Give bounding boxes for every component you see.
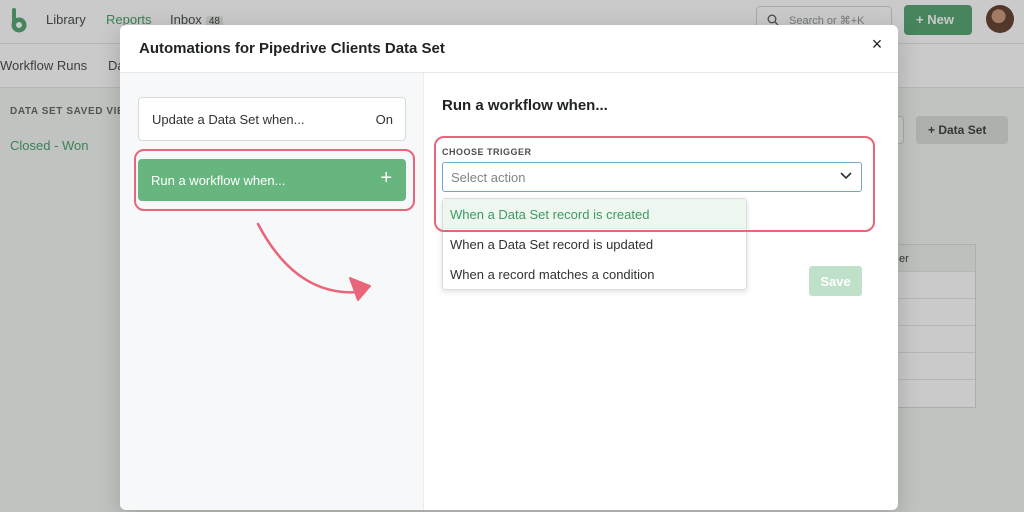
update-data-set-trigger[interactable]: Update a Data Set when... On — [138, 97, 406, 141]
annotation-arrow — [256, 222, 371, 301]
modal-title: Automations for Pipedrive Clients Data S… — [139, 40, 445, 57]
save-button[interactable]: Save — [809, 266, 862, 296]
highlight-outline-left — [134, 149, 415, 211]
option-record-updated[interactable]: When a Data Set record is updated — [443, 229, 746, 259]
close-icon[interactable]: × — [868, 35, 886, 53]
trigger-status: On — [375, 112, 393, 127]
option-record-matches[interactable]: When a record matches a condition — [443, 259, 746, 289]
highlight-outline-right — [434, 136, 875, 232]
modal-header: Automations for Pipedrive Clients Data S… — [120, 25, 898, 73]
panel-heading: Run a workflow when... — [442, 97, 608, 114]
automations-modal: Automations for Pipedrive Clients Data S… — [120, 25, 898, 510]
trigger-label: Update a Data Set when... — [152, 112, 305, 127]
